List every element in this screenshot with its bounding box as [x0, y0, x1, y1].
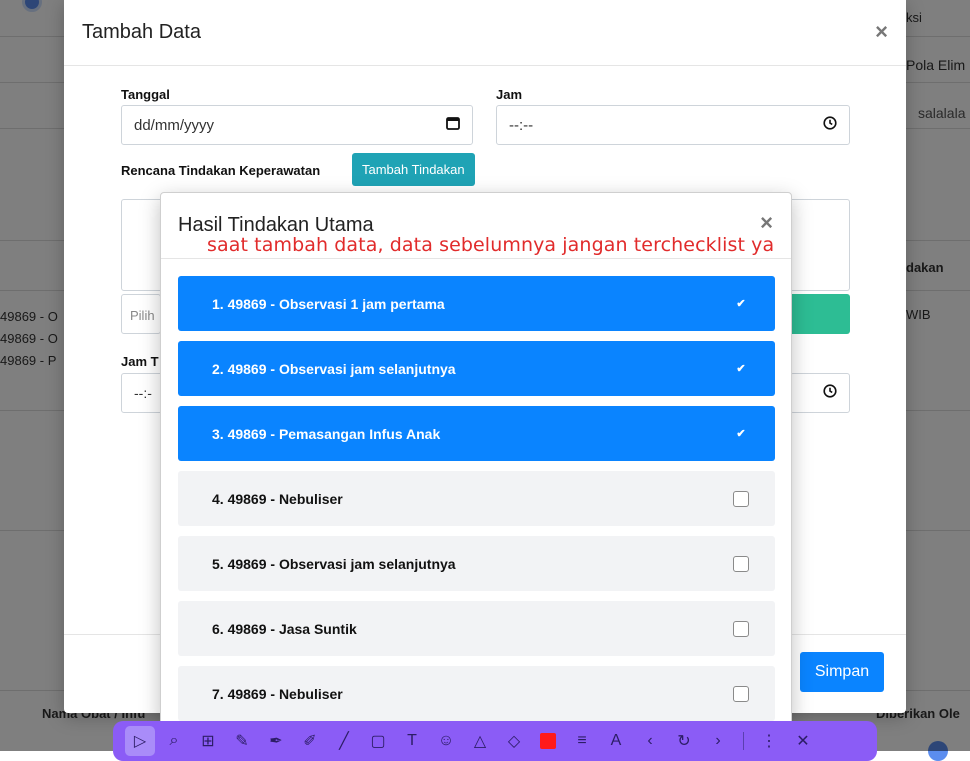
tambah-tindakan-button[interactable]: Tambah Tindakan — [352, 153, 475, 186]
list-item[interactable]: 1. 49869 - Observasi 1 jam pertama ✔ — [178, 276, 775, 331]
clock-icon[interactable] — [823, 116, 837, 134]
annotation-toolbar: ▷ ⌕ ⊞ ✎ ✒ ✐ ╱ ▢ T ☺ △ ◇ ≡ A ‹ ↻ › ⋮ ✕ — [113, 721, 877, 761]
checkbox[interactable] — [733, 555, 749, 572]
jam-t-label: Jam T — [121, 354, 159, 369]
tindakan-list: 1. 49869 - Observasi 1 jam pertama ✔ 2. … — [178, 276, 775, 721]
jam-t-end-input[interactable] — [790, 373, 850, 413]
font-size-icon[interactable]: A — [601, 726, 631, 756]
region-select-icon[interactable]: ⌕ — [159, 726, 189, 756]
check-icon[interactable]: ✔ — [733, 361, 749, 377]
list-item[interactable]: 2. 49869 - Observasi jam selanjutnya ✔ — [178, 341, 775, 396]
line-width-icon[interactable]: ≡ — [567, 726, 597, 756]
tanggal-label: Tanggal — [121, 87, 170, 102]
list-item[interactable]: 7. 49869 - Nebuliser — [178, 666, 775, 721]
pointer-icon[interactable]: ▷ — [125, 726, 155, 756]
rencana-tindakan-label: Rencana Tindakan Keperawatan — [121, 163, 321, 178]
list-item[interactable]: 6. 49869 - Jasa Suntik — [178, 601, 775, 656]
check-icon[interactable]: ✔ — [733, 426, 749, 442]
emoji-icon[interactable]: ☺ — [431, 726, 461, 756]
color-picker-icon[interactable] — [533, 726, 563, 756]
rectangle-icon[interactable]: ▢ — [363, 726, 393, 756]
pilih-select[interactable]: Pilih — [121, 294, 161, 334]
list-item[interactable]: 4. 49869 - Nebuliser — [178, 471, 775, 526]
checkbox[interactable] — [733, 685, 749, 702]
color-swatch — [540, 733, 556, 749]
hasil-tindakan-modal: Hasil Tindakan Utama × saat tambah data,… — [160, 192, 792, 722]
item-label: 7. 49869 - Nebuliser — [212, 685, 343, 702]
toolbar-separator — [743, 732, 744, 750]
list-item[interactable]: 3. 49869 - Pemasangan Infus Anak ✔ — [178, 406, 775, 461]
more-icon[interactable]: ⋮ — [754, 726, 784, 756]
checkbox[interactable] — [733, 490, 749, 507]
marker-icon[interactable]: ✒ — [261, 726, 291, 756]
clock-icon[interactable] — [823, 384, 837, 402]
annotation-note: saat tambah data, data sebelumnya jangan… — [207, 234, 775, 256]
modal-divider — [161, 258, 791, 259]
brush-icon[interactable]: ✐ — [295, 726, 325, 756]
modal-title: Tambah Data — [82, 21, 201, 43]
drop-icon[interactable]: △ — [465, 726, 495, 756]
line-icon[interactable]: ╱ — [329, 726, 359, 756]
item-label: 4. 49869 - Nebuliser — [212, 490, 343, 507]
jam-t-placeholder: --:- — [134, 385, 152, 401]
undo-icon[interactable]: ‹ — [635, 726, 665, 756]
jam-label: Jam — [496, 87, 523, 102]
jam-input[interactable]: --:-- — [496, 105, 850, 145]
modal-header: Tambah Data × — [64, 0, 906, 66]
add-button[interactable] — [790, 294, 850, 334]
text-icon[interactable]: T — [397, 726, 427, 756]
close-icon[interactable]: ✕ — [788, 726, 818, 756]
tanggal-input[interactable]: dd/mm/yyyy — [121, 105, 473, 145]
close-icon[interactable]: × — [760, 212, 773, 234]
add-frame-icon[interactable]: ⊞ — [193, 726, 223, 756]
checkbox[interactable] — [733, 620, 749, 637]
item-label: 3. 49869 - Pemasangan Infus Anak — [212, 425, 441, 442]
item-label: 2. 49869 - Observasi jam selanjutnya — [212, 360, 456, 377]
item-label: 6. 49869 - Jasa Suntik — [212, 620, 357, 637]
close-icon[interactable]: × — [875, 21, 888, 43]
redo-icon[interactable]: ↻ — [669, 726, 699, 756]
pencil-icon[interactable]: ✎ — [227, 726, 257, 756]
calendar-icon[interactable] — [446, 116, 460, 134]
simpan-button[interactable]: Simpan — [800, 652, 884, 692]
eraser-icon[interactable]: ◇ — [499, 726, 529, 756]
tanggal-placeholder: dd/mm/yyyy — [134, 116, 215, 134]
next-icon[interactable]: › — [703, 726, 733, 756]
list-item[interactable]: 5. 49869 - Observasi jam selanjutnya — [178, 536, 775, 591]
jam-placeholder: --:-- — [509, 116, 534, 134]
check-icon[interactable]: ✔ — [733, 296, 749, 312]
item-label: 1. 49869 - Observasi 1 jam pertama — [212, 295, 445, 312]
item-label: 5. 49869 - Observasi jam selanjutnya — [212, 555, 456, 572]
